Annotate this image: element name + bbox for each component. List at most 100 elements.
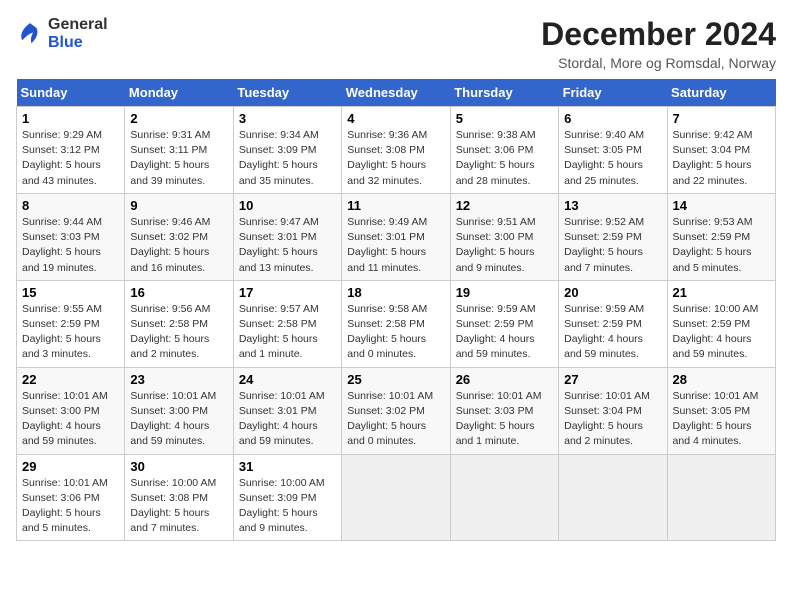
header-friday: Friday: [559, 79, 667, 107]
logo-line1: General: [48, 16, 108, 34]
calendar-cell: 27 Sunrise: 10:01 AM Sunset: 3:04 PM Day…: [559, 367, 667, 454]
header-thursday: Thursday: [450, 79, 558, 107]
day-number: 7: [673, 111, 770, 126]
cell-info: Sunrise: 9:51 AM Sunset: 3:00 PM Dayligh…: [456, 215, 553, 276]
day-number: 19: [456, 285, 553, 300]
day-number: 23: [130, 372, 227, 387]
calendar-cell: 16 Sunrise: 9:56 AM Sunset: 2:58 PM Dayl…: [125, 280, 233, 367]
header-sunday: Sunday: [17, 79, 125, 107]
calendar-cell: 6 Sunrise: 9:40 AM Sunset: 3:05 PM Dayli…: [559, 107, 667, 194]
cell-info: Sunrise: 10:01 AM Sunset: 3:01 PM Daylig…: [239, 389, 336, 450]
cell-info: Sunrise: 9:42 AM Sunset: 3:04 PM Dayligh…: [673, 128, 770, 189]
header-tuesday: Tuesday: [233, 79, 341, 107]
calendar-cell: 30 Sunrise: 10:00 AM Sunset: 3:08 PM Day…: [125, 454, 233, 541]
calendar-cell: [667, 454, 775, 541]
cell-info: Sunrise: 9:55 AM Sunset: 2:59 PM Dayligh…: [22, 302, 119, 363]
day-number: 22: [22, 372, 119, 387]
calendar-cell: 18 Sunrise: 9:58 AM Sunset: 2:58 PM Dayl…: [342, 280, 450, 367]
cell-info: Sunrise: 10:01 AM Sunset: 3:06 PM Daylig…: [22, 476, 119, 537]
calendar-cell: 10 Sunrise: 9:47 AM Sunset: 3:01 PM Dayl…: [233, 193, 341, 280]
cell-info: Sunrise: 9:53 AM Sunset: 2:59 PM Dayligh…: [673, 215, 770, 276]
day-number: 6: [564, 111, 661, 126]
calendar-cell: 26 Sunrise: 10:01 AM Sunset: 3:03 PM Day…: [450, 367, 558, 454]
calendar-cell: 12 Sunrise: 9:51 AM Sunset: 3:00 PM Dayl…: [450, 193, 558, 280]
cell-info: Sunrise: 9:40 AM Sunset: 3:05 PM Dayligh…: [564, 128, 661, 189]
calendar-cell: 8 Sunrise: 9:44 AM Sunset: 3:03 PM Dayli…: [17, 193, 125, 280]
day-number: 25: [347, 372, 444, 387]
cell-info: Sunrise: 9:47 AM Sunset: 3:01 PM Dayligh…: [239, 215, 336, 276]
cell-info: Sunrise: 10:00 AM Sunset: 3:09 PM Daylig…: [239, 476, 336, 537]
calendar-cell: 21 Sunrise: 10:00 AM Sunset: 2:59 PM Day…: [667, 280, 775, 367]
calendar-week-row: 29 Sunrise: 10:01 AM Sunset: 3:06 PM Day…: [17, 454, 776, 541]
calendar-cell: [342, 454, 450, 541]
day-number: 9: [130, 198, 227, 213]
day-number: 4: [347, 111, 444, 126]
cell-info: Sunrise: 10:01 AM Sunset: 3:05 PM Daylig…: [673, 389, 770, 450]
cell-info: Sunrise: 9:58 AM Sunset: 2:58 PM Dayligh…: [347, 302, 444, 363]
cell-info: Sunrise: 9:29 AM Sunset: 3:12 PM Dayligh…: [22, 128, 119, 189]
cell-info: Sunrise: 9:36 AM Sunset: 3:08 PM Dayligh…: [347, 128, 444, 189]
day-number: 18: [347, 285, 444, 300]
cell-info: Sunrise: 9:34 AM Sunset: 3:09 PM Dayligh…: [239, 128, 336, 189]
cell-info: Sunrise: 10:00 AM Sunset: 2:59 PM Daylig…: [673, 302, 770, 363]
cell-info: Sunrise: 9:52 AM Sunset: 2:59 PM Dayligh…: [564, 215, 661, 276]
cell-info: Sunrise: 9:46 AM Sunset: 3:02 PM Dayligh…: [130, 215, 227, 276]
calendar-cell: 29 Sunrise: 10:01 AM Sunset: 3:06 PM Day…: [17, 454, 125, 541]
day-number: 2: [130, 111, 227, 126]
cell-info: Sunrise: 9:44 AM Sunset: 3:03 PM Dayligh…: [22, 215, 119, 276]
day-number: 14: [673, 198, 770, 213]
calendar-cell: 22 Sunrise: 10:01 AM Sunset: 3:00 PM Day…: [17, 367, 125, 454]
day-number: 26: [456, 372, 553, 387]
day-number: 27: [564, 372, 661, 387]
day-number: 29: [22, 459, 119, 474]
cell-info: Sunrise: 9:57 AM Sunset: 2:58 PM Dayligh…: [239, 302, 336, 363]
day-number: 5: [456, 111, 553, 126]
calendar-week-row: 22 Sunrise: 10:01 AM Sunset: 3:00 PM Day…: [17, 367, 776, 454]
calendar-cell: [559, 454, 667, 541]
calendar-cell: 7 Sunrise: 9:42 AM Sunset: 3:04 PM Dayli…: [667, 107, 775, 194]
day-number: 21: [673, 285, 770, 300]
day-number: 10: [239, 198, 336, 213]
cell-info: Sunrise: 10:01 AM Sunset: 3:03 PM Daylig…: [456, 389, 553, 450]
calendar-cell: 11 Sunrise: 9:49 AM Sunset: 3:01 PM Dayl…: [342, 193, 450, 280]
calendar-cell: 15 Sunrise: 9:55 AM Sunset: 2:59 PM Dayl…: [17, 280, 125, 367]
day-number: 16: [130, 285, 227, 300]
calendar-cell: 17 Sunrise: 9:57 AM Sunset: 2:58 PM Dayl…: [233, 280, 341, 367]
day-number: 3: [239, 111, 336, 126]
calendar-cell: 4 Sunrise: 9:36 AM Sunset: 3:08 PM Dayli…: [342, 107, 450, 194]
day-number: 8: [22, 198, 119, 213]
title-block: December 2024 Stordal, More og Romsdal, …: [541, 16, 776, 71]
day-number: 1: [22, 111, 119, 126]
day-number: 30: [130, 459, 227, 474]
calendar-cell: 3 Sunrise: 9:34 AM Sunset: 3:09 PM Dayli…: [233, 107, 341, 194]
calendar-cell: 5 Sunrise: 9:38 AM Sunset: 3:06 PM Dayli…: [450, 107, 558, 194]
calendar-cell: 25 Sunrise: 10:01 AM Sunset: 3:02 PM Day…: [342, 367, 450, 454]
header-monday: Monday: [125, 79, 233, 107]
calendar-cell: 24 Sunrise: 10:01 AM Sunset: 3:01 PM Day…: [233, 367, 341, 454]
calendar-cell: 19 Sunrise: 9:59 AM Sunset: 2:59 PM Dayl…: [450, 280, 558, 367]
cell-info: Sunrise: 10:01 AM Sunset: 3:04 PM Daylig…: [564, 389, 661, 450]
day-number: 24: [239, 372, 336, 387]
logo: General Blue: [16, 16, 108, 51]
location: Stordal, More og Romsdal, Norway: [541, 55, 776, 71]
calendar-cell: 14 Sunrise: 9:53 AM Sunset: 2:59 PM Dayl…: [667, 193, 775, 280]
day-number: 20: [564, 285, 661, 300]
weekday-header-row: Sunday Monday Tuesday Wednesday Thursday…: [17, 79, 776, 107]
calendar-week-row: 8 Sunrise: 9:44 AM Sunset: 3:03 PM Dayli…: [17, 193, 776, 280]
cell-info: Sunrise: 9:56 AM Sunset: 2:58 PM Dayligh…: [130, 302, 227, 363]
cell-info: Sunrise: 10:01 AM Sunset: 3:00 PM Daylig…: [130, 389, 227, 450]
day-number: 11: [347, 198, 444, 213]
calendar-table: Sunday Monday Tuesday Wednesday Thursday…: [16, 79, 776, 541]
cell-info: Sunrise: 9:49 AM Sunset: 3:01 PM Dayligh…: [347, 215, 444, 276]
logo-line2: Blue: [48, 34, 108, 52]
cell-info: Sunrise: 9:59 AM Sunset: 2:59 PM Dayligh…: [564, 302, 661, 363]
calendar-cell: 13 Sunrise: 9:52 AM Sunset: 2:59 PM Dayl…: [559, 193, 667, 280]
calendar-cell: 1 Sunrise: 9:29 AM Sunset: 3:12 PM Dayli…: [17, 107, 125, 194]
calendar-cell: [450, 454, 558, 541]
month-title: December 2024: [541, 16, 776, 53]
cell-info: Sunrise: 10:01 AM Sunset: 3:00 PM Daylig…: [22, 389, 119, 450]
calendar-cell: 31 Sunrise: 10:00 AM Sunset: 3:09 PM Day…: [233, 454, 341, 541]
calendar-cell: 9 Sunrise: 9:46 AM Sunset: 3:02 PM Dayli…: [125, 193, 233, 280]
page-header: General Blue December 2024 Stordal, More…: [16, 16, 776, 71]
day-number: 13: [564, 198, 661, 213]
